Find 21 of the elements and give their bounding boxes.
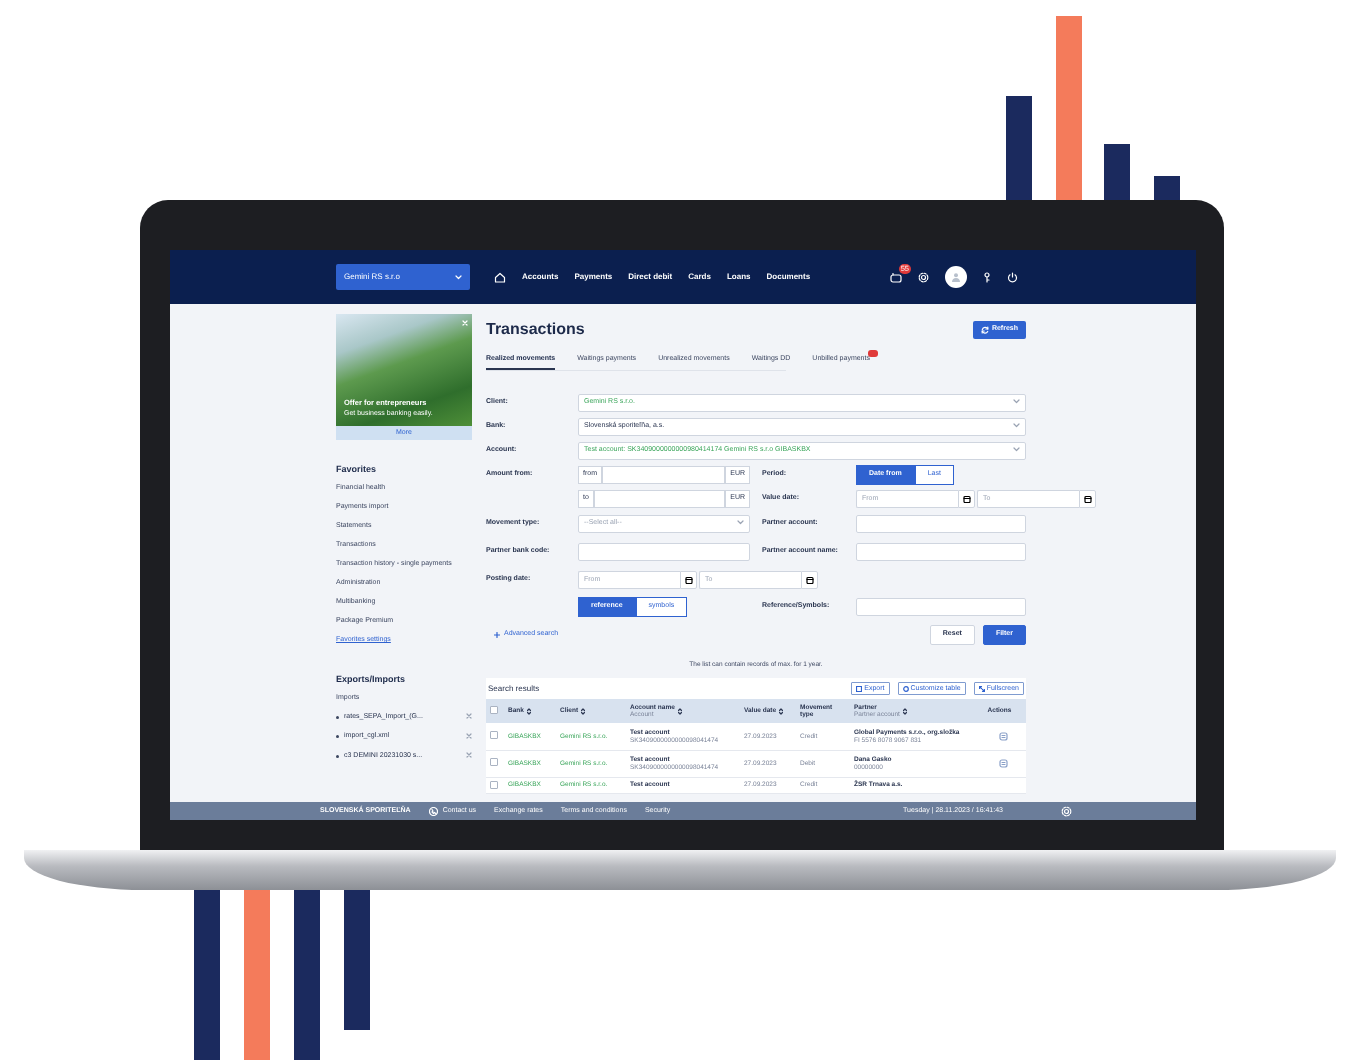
calendar-button[interactable] xyxy=(801,570,818,589)
input-field[interactable] xyxy=(856,542,1026,561)
checkbox[interactable] xyxy=(490,731,498,740)
decorative-bar xyxy=(1154,176,1180,200)
input-field[interactable] xyxy=(593,489,726,508)
decorative-bar xyxy=(344,890,370,1030)
decorative-bar xyxy=(1104,144,1130,200)
input-field[interactable] xyxy=(578,542,750,561)
calendar-button[interactable] xyxy=(958,489,975,508)
notification-badge xyxy=(867,350,878,358)
calendar-button[interactable] xyxy=(680,570,697,589)
calendar-button[interactable] xyxy=(1079,489,1096,508)
input-field[interactable] xyxy=(856,514,1026,533)
checkbox[interactable] xyxy=(490,780,498,789)
input-field[interactable] xyxy=(602,465,726,484)
checkbox[interactable] xyxy=(490,758,498,767)
decorative-bar xyxy=(1006,96,1032,200)
page-title: Transactions xyxy=(486,320,585,340)
input-field[interactable] xyxy=(856,597,1026,616)
avatar[interactable] xyxy=(945,266,967,288)
checkbox[interactable] xyxy=(490,705,498,714)
